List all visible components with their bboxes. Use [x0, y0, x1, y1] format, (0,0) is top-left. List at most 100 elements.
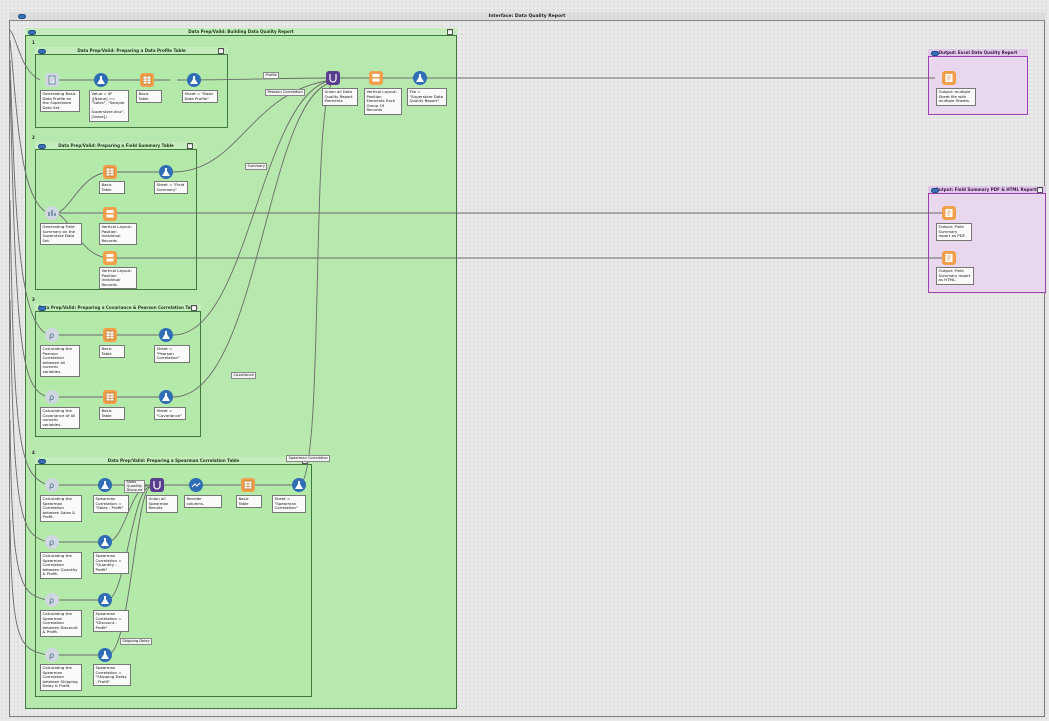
sp-shipping-formula-label: Spearman Correlation = "Shipping Delay -…: [93, 664, 131, 687]
svg-text:ρ: ρ: [49, 481, 54, 490]
correlation-icon: ρ: [49, 651, 54, 660]
vertical-layout-tool[interactable]: [369, 71, 383, 85]
file-formula-label: File = "Superstore Data Quality Report": [407, 88, 447, 106]
connection-label-sales-quantity-discount: Sales Quantity Discount: [124, 480, 145, 494]
profile-table-label: Basic Table: [136, 90, 162, 104]
input-line-profile: [9, 29, 41, 81]
sp-sales-formula-tool[interactable]: [98, 478, 112, 492]
union-report-tool[interactable]: [326, 71, 340, 85]
sp-table-tool[interactable]: [241, 478, 255, 492]
svg-text:ρ: ρ: [49, 331, 54, 340]
summary-layout1-label: Vertical Layout: Position Individual Rec…: [99, 223, 137, 246]
summary-gen-label: Generating Field Summary on the Supersto…: [40, 223, 82, 246]
sp-sales-formula-label: Spearman Correlation = "Sales - Profit": [93, 495, 129, 513]
output-pdf-tool[interactable]: [942, 206, 956, 220]
render-output-icon: [945, 74, 953, 82]
sp-reorder-label: Reorder columns.: [184, 495, 222, 509]
connection-label-covariance: Covariance: [231, 372, 257, 379]
pearson-table-tool[interactable]: [103, 328, 117, 342]
flask-icon: [416, 74, 424, 82]
sp-quantity-line: [106, 484, 151, 543]
sp-quantity-formula-label: Spearman Correlation = "Quantity - Profi…: [93, 552, 129, 575]
flask-icon: [97, 76, 105, 84]
sp-quantity-calc-label: Calculating the Spearman Correlation bet…: [40, 552, 82, 579]
summary-layout2-tool[interactable]: [103, 251, 117, 265]
covariance-table-label: Basic Table: [99, 407, 125, 421]
union-icon: [329, 74, 337, 83]
vertical-layout-label: Vertical Layout: Position Elements Each …: [364, 88, 402, 115]
output-html-tool[interactable]: [942, 251, 956, 265]
profile-rename-label: Sheet = "Basic Data Profile": [182, 90, 218, 104]
summary-table-tool[interactable]: [103, 165, 117, 179]
table-icon: [105, 392, 115, 402]
flask-icon: [101, 538, 109, 546]
covariance-table-tool[interactable]: [103, 390, 117, 404]
connection-label-shipping-delay: Shipping Delay: [120, 638, 153, 645]
pearson-to-union-line: [172, 79, 334, 336]
profile-formula-label: Value = IIF ([Name] == "Sales", "Sample …: [89, 90, 129, 122]
profile-table-tool[interactable]: [140, 73, 154, 87]
summary-rename-tool[interactable]: [159, 165, 173, 179]
summary-rename-label: Sheet = "Field Summary": [154, 181, 188, 195]
output-html-label: Output: Field Summary report as HTML.: [936, 267, 974, 285]
connection-label-profile: Profile: [263, 72, 280, 79]
sp-table-label: Basic Table: [236, 495, 262, 509]
covariance-calc-label: Calculating the Covariance of all numeri…: [40, 407, 80, 430]
data-profile-tool[interactable]: [45, 73, 59, 87]
summary-layout2-label: Vertical Layout: Position Individual Rec…: [99, 267, 137, 290]
covariance-rename-label: Sheet = "Covariance": [154, 407, 186, 421]
sp-discount-formula-tool[interactable]: [98, 593, 112, 607]
flask-icon: [101, 651, 109, 659]
covariance-rename-tool[interactable]: [159, 390, 173, 404]
sp-to-union-line: [299, 81, 334, 486]
flask-icon: [190, 76, 198, 84]
output-pdf-label: Output: Field Summary report as PDF.: [936, 223, 972, 241]
summary-layout1-tool[interactable]: [103, 207, 117, 221]
table-icon: [105, 167, 115, 177]
flask-icon: [101, 596, 109, 604]
sp-discount-calc-tool[interactable]: ρ: [45, 593, 59, 607]
covariance-to-union-line: [172, 81, 334, 398]
summary-html-line: [54, 212, 945, 259]
layout-icon: [372, 74, 380, 82]
sp-quantity-calc-tool[interactable]: ρ: [45, 535, 59, 549]
select-columns-icon: [191, 482, 201, 488]
sp-sales-calc-tool[interactable]: ρ: [45, 478, 59, 492]
union-icon: [153, 481, 161, 490]
pearson-rename-tool[interactable]: [159, 328, 173, 342]
flask-icon: [162, 168, 170, 176]
pearson-calc-label: Calculating the Pearson Correlation betw…: [40, 345, 80, 377]
correlation-icon: ρ: [49, 596, 54, 605]
svg-text:ρ: ρ: [49, 393, 54, 402]
sp-union-tool[interactable]: [150, 478, 164, 492]
layout-icon: [106, 210, 114, 218]
pearson-calc-tool[interactable]: ρ: [45, 328, 59, 342]
sp-quantity-formula-tool[interactable]: [98, 535, 112, 549]
flask-icon: [295, 481, 303, 489]
field-summary-tool[interactable]: [45, 206, 59, 220]
table-icon: [105, 330, 115, 340]
table-icon: [142, 75, 152, 85]
correlation-icon: ρ: [49, 481, 54, 490]
output-excel-tool[interactable]: [942, 71, 956, 85]
sp-reorder-tool[interactable]: [189, 478, 203, 492]
pearson-table-label: Basic Table: [99, 345, 125, 359]
sp-shipping-calc-tool[interactable]: ρ: [45, 648, 59, 662]
sp-rename-tool[interactable]: [292, 478, 306, 492]
sp-shipping-formula-tool[interactable]: [98, 648, 112, 662]
profile-rename-tool[interactable]: [187, 73, 201, 87]
covariance-calc-tool[interactable]: ρ: [45, 390, 59, 404]
profile-formula-tool[interactable]: [94, 73, 108, 87]
output-excel-label: Output: multiple Sheet file with multipl…: [936, 88, 976, 106]
connection-label-spearman: Spearman Correlation: [286, 455, 331, 462]
profile-gen-label: Generating Basic Data Profile on the Sup…: [40, 90, 80, 113]
union-report-label: Union all Data Quality Report Elements: [322, 88, 358, 106]
sp-sales-calc-label: Calculating the Spearman Correlation bet…: [40, 495, 82, 522]
file-formula-tool[interactable]: [413, 71, 427, 85]
correlation-icon: ρ: [49, 331, 54, 340]
field-summary-icon: [48, 210, 56, 216]
sp-union-label: Union all Spearman Results: [146, 495, 178, 513]
flask-icon: [162, 331, 170, 339]
flask-icon: [101, 481, 109, 489]
summary-table-label: Basic Table: [99, 181, 125, 195]
